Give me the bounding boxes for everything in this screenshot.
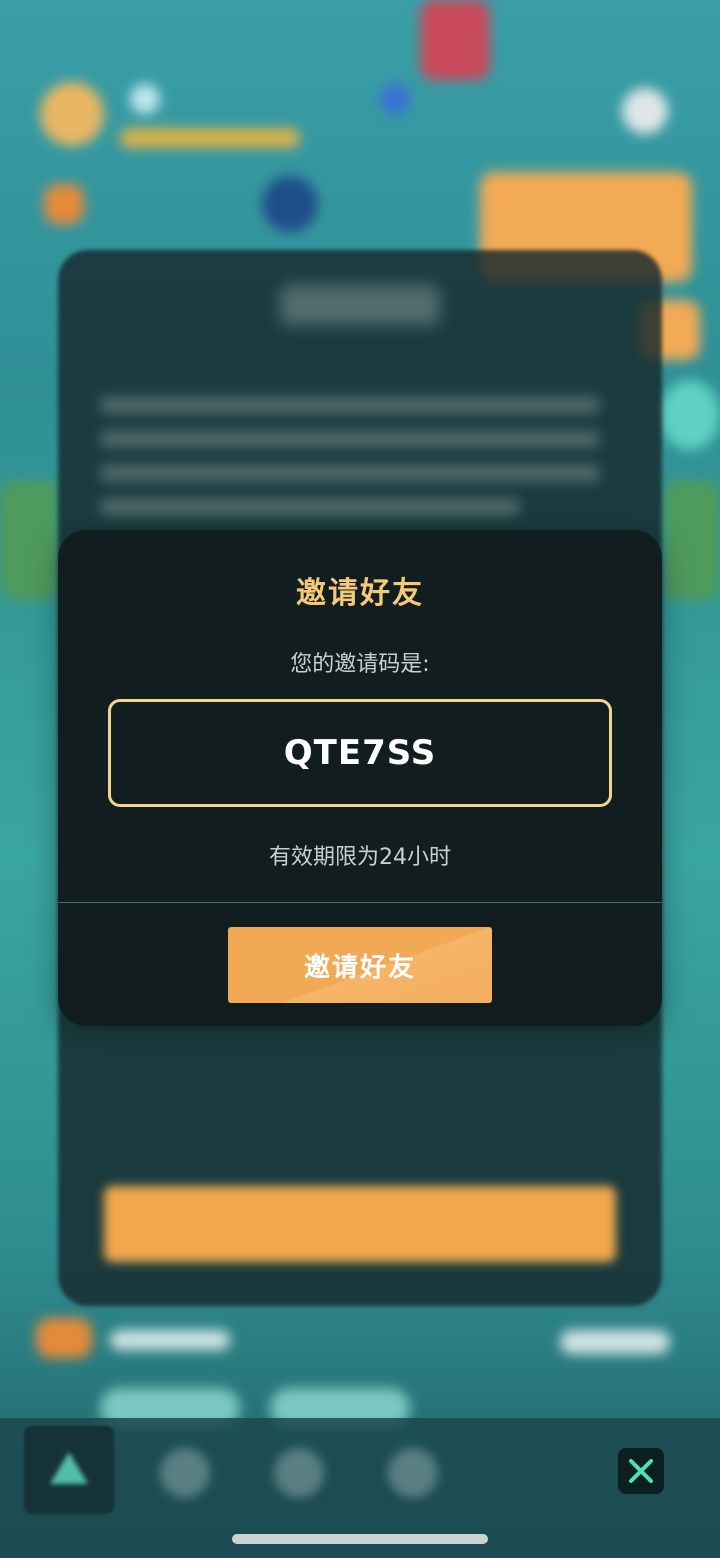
invite-code[interactable]: QTE7SS: [284, 733, 436, 773]
stars-row: [120, 128, 300, 148]
home-tab-icon: [50, 1452, 88, 1484]
tab-gems[interactable]: [388, 1448, 438, 1498]
underlying-text-line: [100, 464, 600, 482]
scene-detail: [420, 0, 490, 80]
close-icon: [629, 1459, 653, 1483]
list-icon: [36, 1318, 92, 1358]
validity-text: 有效期限为24小时: [269, 845, 451, 870]
menu-icon: [262, 176, 318, 232]
home-indicator: [232, 1534, 488, 1544]
list-text: [110, 1330, 230, 1350]
tab-shop[interactable]: [160, 1448, 210, 1498]
underlying-dialog-title: [280, 285, 440, 325]
close-button[interactable]: [618, 1448, 664, 1494]
invite-friends-button[interactable]: 邀请好友: [228, 927, 492, 1003]
invite-code-box[interactable]: QTE7SS: [108, 699, 612, 807]
list-text: [560, 1330, 670, 1354]
avatar: [40, 82, 104, 146]
underlying-text-line: [100, 498, 520, 516]
underlying-orange-button: [104, 1186, 616, 1262]
menu-icon: [44, 184, 84, 224]
stat-icon: [130, 84, 160, 114]
underlying-text-line: [100, 396, 600, 414]
scene-detail: [660, 380, 720, 450]
stat-icon: [380, 84, 410, 114]
settings-icon: [622, 88, 668, 134]
tab-social[interactable]: [274, 1448, 324, 1498]
dialog-title: 邀请好友: [296, 576, 424, 611]
dialog-divider: [58, 902, 662, 903]
tab-home[interactable]: [24, 1426, 114, 1514]
underlying-text-line: [100, 430, 600, 448]
invite-code-label: 您的邀请码是:: [290, 652, 430, 677]
